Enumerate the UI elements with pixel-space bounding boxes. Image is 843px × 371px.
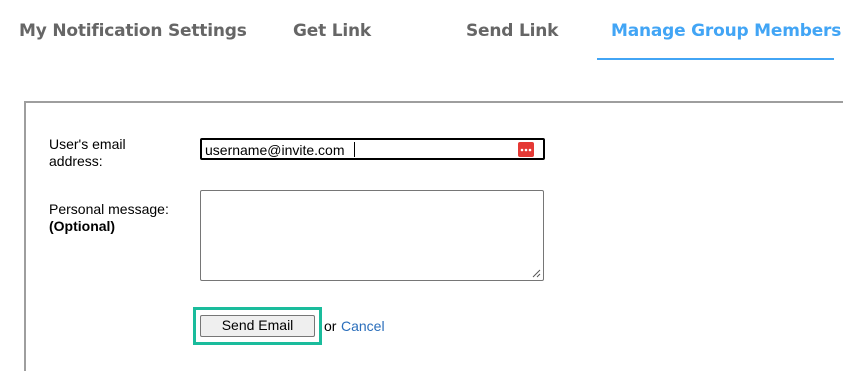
personal-message-textarea[interactable] (200, 190, 544, 281)
cancel-link[interactable]: Cancel (341, 318, 385, 334)
message-label-text: Personal message: (49, 201, 169, 217)
tab-get-link[interactable]: Get Link (293, 21, 371, 41)
text-caret (354, 142, 355, 157)
tab-manage-group-members[interactable]: Manage Group Members (611, 21, 841, 41)
dots-icon (520, 148, 532, 151)
optional-text: (Optional) (49, 218, 116, 234)
message-label-optional: (Optional) (49, 218, 169, 235)
tab-my-notification-settings[interactable]: My Notification Settings (19, 21, 247, 41)
or-text: or (324, 318, 337, 334)
password-manager-icon[interactable] (518, 142, 534, 157)
email-label-line1: User's email (49, 136, 126, 152)
email-label: User's email address: (49, 136, 126, 170)
resize-grip-icon[interactable] (532, 269, 541, 278)
active-tab-indicator (597, 58, 834, 60)
email-field-value: username@invite.com (205, 142, 345, 158)
email-field[interactable]: username@invite.com (200, 138, 545, 160)
message-label: Personal message: (Optional) (49, 201, 169, 235)
tab-bar: My Notification Settings Get Link Send L… (0, 0, 843, 62)
send-email-button[interactable]: Send Email (200, 315, 315, 337)
tab-send-link[interactable]: Send Link (466, 21, 558, 41)
email-label-line2: address: (49, 153, 103, 169)
